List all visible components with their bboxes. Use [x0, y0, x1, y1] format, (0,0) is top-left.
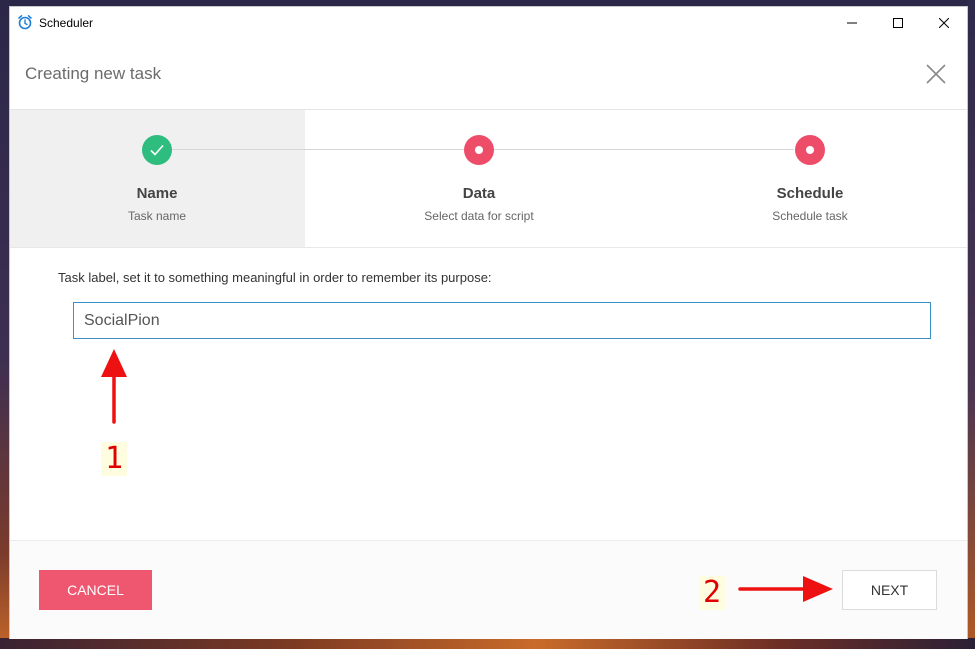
step-name-description: Task name	[127, 209, 187, 223]
minimize-button[interactable]	[829, 7, 875, 39]
next-button[interactable]: NEXT	[842, 570, 937, 610]
maximize-button[interactable]	[875, 7, 921, 39]
step-connector	[494, 149, 794, 150]
wizard-stepper: Name Task name Data Select data for scri…	[10, 110, 967, 248]
desktop-background-bottom	[0, 638, 975, 649]
annotation-marker-2: 2	[699, 576, 726, 610]
task-label-caption: Task label, set it to something meaningf…	[58, 270, 492, 285]
step-schedule-label: Schedule	[776, 185, 844, 202]
desktop-background	[968, 0, 975, 649]
task-label-input[interactable]	[73, 302, 931, 339]
dialog-close-icon[interactable]	[924, 62, 948, 86]
step-dot-icon	[806, 146, 814, 154]
step-connector	[171, 149, 464, 150]
step-name-done-indicator[interactable]	[142, 135, 172, 165]
step-data-label: Data	[462, 185, 496, 202]
annotation-marker-1: 1	[101, 442, 128, 476]
task-name-form: Task label, set it to something meaningf…	[10, 248, 967, 540]
minimize-icon	[847, 22, 857, 24]
cancel-button[interactable]: CANCEL	[39, 570, 152, 610]
step-schedule-indicator[interactable]	[795, 135, 825, 165]
step-data-description: Select data for script	[424, 209, 534, 223]
dialog-header: Creating new task	[10, 39, 967, 110]
active-step-highlight	[10, 110, 305, 247]
close-icon	[939, 18, 949, 28]
app-title: Scheduler	[39, 16, 94, 30]
step-schedule-description: Schedule task	[772, 209, 848, 223]
step-dot-icon	[475, 146, 483, 154]
window-close-button[interactable]	[921, 7, 967, 39]
step-data-indicator[interactable]	[464, 135, 494, 165]
dialog-footer: CANCEL 2 NEXT	[10, 540, 967, 639]
maximize-icon	[893, 18, 903, 28]
step-name-label: Name	[136, 185, 178, 202]
alarm-clock-icon	[18, 15, 32, 30]
dialog-title: Creating new task	[25, 64, 162, 83]
scheduler-window: Scheduler Creating new task Name Task na…	[10, 7, 967, 639]
title-bar[interactable]: Scheduler	[10, 7, 967, 39]
checkmark-icon	[150, 144, 164, 156]
